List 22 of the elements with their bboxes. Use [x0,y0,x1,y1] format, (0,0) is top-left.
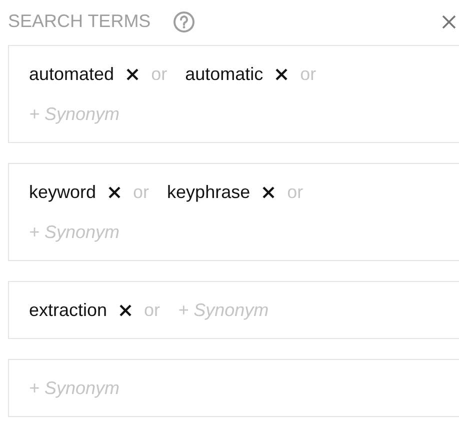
connector-text: or [151,63,168,86]
remove-icon[interactable] [126,68,140,80]
synonym-input[interactable]: + Synonym [29,212,159,252]
term-text: extraction [29,299,108,322]
synonym-input[interactable]: + Synonym [29,368,159,408]
remove-icon[interactable] [275,68,288,80]
synonym-input[interactable]: + Synonym [29,94,159,134]
panel-title: SEARCH TERMS [8,11,151,32]
term-text: keyword [29,181,96,204]
connector-text: or [144,299,160,322]
connector-text: or [133,181,150,204]
term-text: automatic [185,63,264,86]
remove-icon[interactable] [108,186,122,198]
remove-icon[interactable] [119,304,132,316]
connector-text: or [300,63,316,86]
close-icon[interactable] [442,14,456,28]
term-text: keyphrase [167,181,250,204]
help-icon[interactable] [172,10,195,32]
term-text: automated [29,63,114,86]
remove-icon[interactable] [262,186,276,198]
connector-text: or [287,181,304,204]
synonym-input[interactable]: + Synonym [178,290,308,330]
